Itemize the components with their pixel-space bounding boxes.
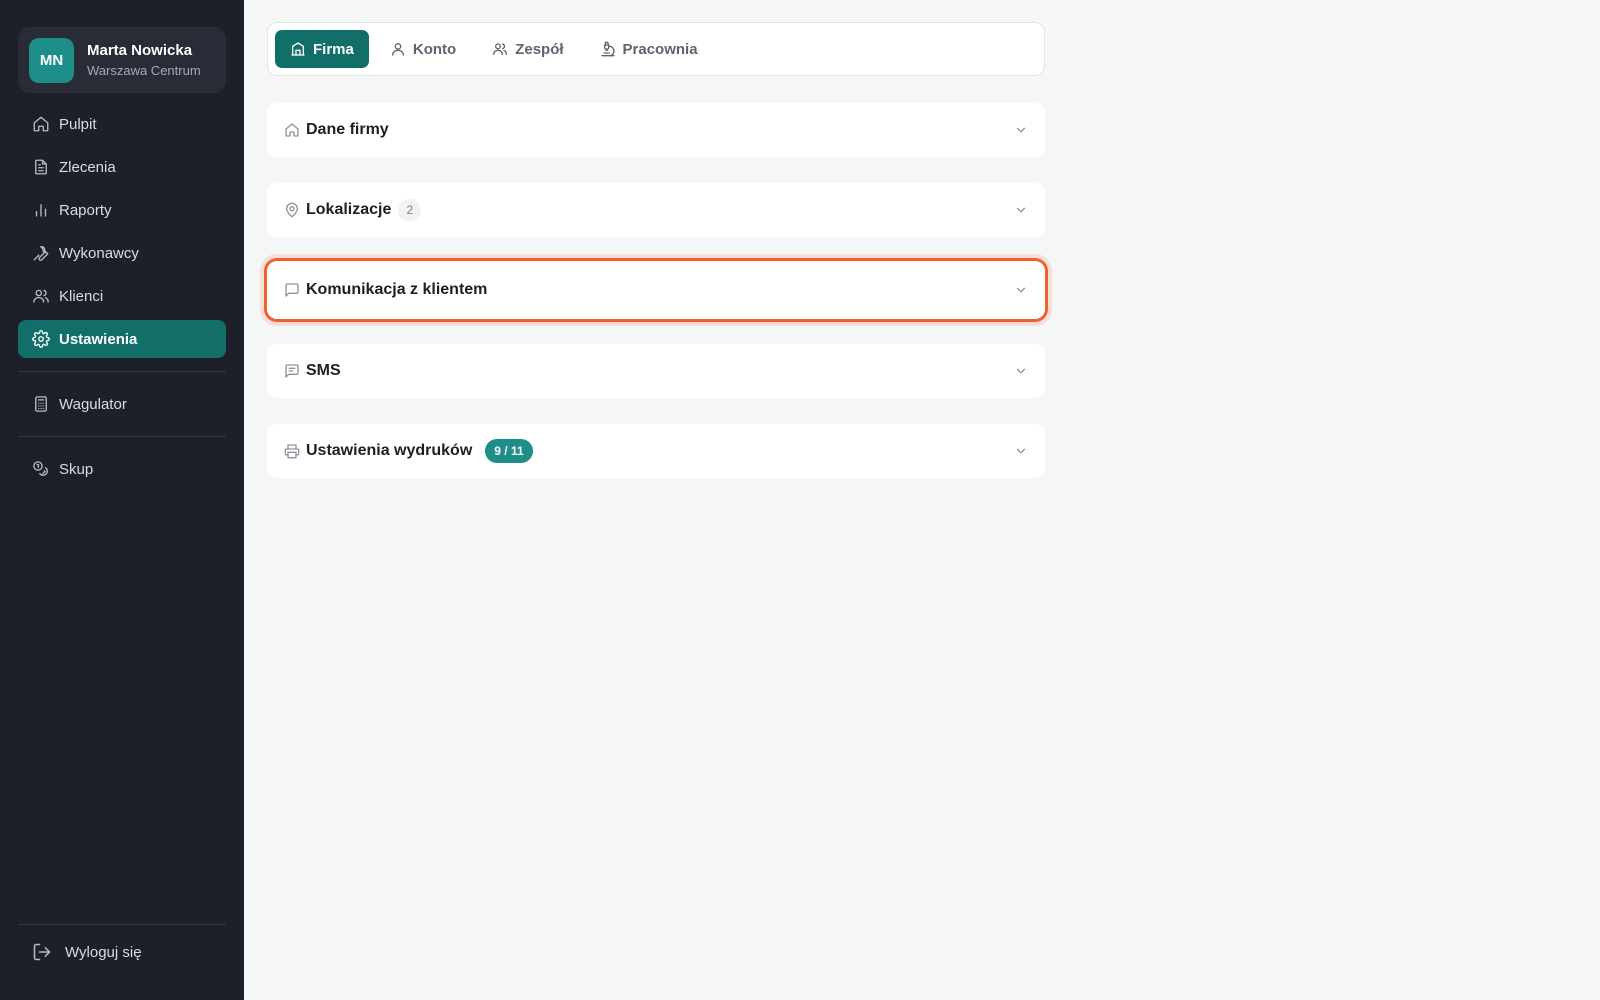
section-title: Komunikacja z klientem: [306, 281, 488, 298]
settings-tabs: Firma Konto Zespół Pracownia: [267, 22, 1045, 76]
logout-label: Wyloguj się: [65, 943, 142, 961]
user-card[interactable]: MN Marta Nowicka Warszawa Centrum: [18, 27, 226, 93]
gear-icon: [32, 330, 50, 348]
sidebar-item-zlecenia[interactable]: Zlecenia: [18, 148, 226, 186]
avatar: MN: [29, 37, 74, 83]
sidebar-item-label: Zlecenia: [59, 158, 116, 176]
section-sms[interactable]: SMS: [267, 344, 1045, 398]
sidebar-item-label: Wagulator: [59, 395, 127, 413]
logout-button[interactable]: Wyloguj się: [18, 937, 226, 967]
user-meta: Marta Nowicka Warszawa Centrum: [87, 41, 201, 80]
home-icon: [285, 123, 299, 137]
user-icon: [391, 43, 404, 56]
sidebar-item-klienci[interactable]: Klienci: [18, 277, 226, 315]
tab-label: Zespół: [515, 40, 564, 58]
section-title: SMS: [306, 362, 341, 379]
log-out-icon: [33, 943, 51, 961]
section-dane-firmy[interactable]: Dane firmy: [267, 103, 1045, 157]
chevron-down-icon: [1016, 448, 1026, 454]
chevron-down-icon: [1016, 127, 1026, 133]
section-komunikacja-z-klientem[interactable]: Komunikacja z klientem: [267, 261, 1045, 319]
sidebar-divider: [18, 436, 226, 437]
users-icon: [493, 43, 508, 55]
coins-icon: [33, 461, 48, 476]
file-icon: [35, 159, 47, 175]
chevron-down-icon: [1016, 207, 1026, 213]
sidebar-item-label: Klienci: [59, 287, 104, 305]
tab-label: Konto: [412, 40, 457, 58]
section-title: Dane firmy: [306, 121, 389, 138]
sidebar-item-pulpit[interactable]: Pulpit: [18, 105, 226, 143]
sidebar-item-label: Ustawienia: [59, 330, 138, 348]
completion-badge: 9 / 11: [485, 439, 533, 463]
section-title: Ustawienia wydruków: [306, 442, 473, 459]
sidebar-item-wagulator[interactable]: Wagulator: [18, 385, 226, 423]
section-lokalizacje[interactable]: Lokalizacje 2: [267, 183, 1045, 237]
home-icon: [33, 116, 49, 132]
message-text-icon: [285, 364, 299, 378]
count-badge: 2: [398, 198, 422, 222]
users-icon: [33, 289, 49, 303]
printer-icon: [284, 444, 300, 459]
building-icon: [291, 42, 305, 56]
sidebar-divider: [18, 371, 226, 372]
microscope-icon: [600, 41, 615, 57]
calculator-icon: [35, 396, 47, 412]
sidebar-item-label: Pulpit: [59, 115, 97, 133]
tab-konto[interactable]: Konto: [375, 30, 471, 68]
settings-main: Firma Konto Zespół Pracownia Dane firmy …: [267, 22, 1045, 478]
tab-pracownia[interactable]: Pracownia: [585, 30, 713, 68]
chevron-down-icon: [1016, 287, 1026, 293]
message-square-icon: [285, 283, 299, 297]
wrench-icon: [33, 245, 49, 261]
sidebar: MN Marta Nowicka Warszawa Centrum Pulpit…: [0, 0, 244, 1000]
user-name: Marta Nowicka: [87, 41, 193, 59]
bar-chart-icon: [35, 204, 47, 217]
sidebar-item-ustawienia[interactable]: Ustawienia: [18, 320, 226, 358]
user-location: Warszawa Centrum: [87, 62, 201, 78]
logout-area: Wyloguj się: [18, 924, 226, 967]
tab-firma[interactable]: Firma: [275, 30, 369, 68]
sidebar-item-label: Skup: [59, 460, 94, 478]
sidebar-item-skup[interactable]: Skup: [18, 450, 226, 488]
sidebar-item-label: Wykonawcy: [59, 244, 139, 262]
section-title: Lokalizacje: [306, 201, 392, 218]
chevron-down-icon: [1016, 368, 1026, 374]
sidebar-item-label: Raporty: [59, 201, 112, 219]
map-pin-icon: [286, 202, 298, 218]
tab-label: Firma: [313, 40, 354, 58]
sidebar-item-wykonawcy[interactable]: Wykonawcy: [18, 234, 226, 272]
tab-zespol[interactable]: Zespół: [477, 30, 578, 68]
tab-label: Pracownia: [622, 40, 698, 58]
sidebar-item-raporty[interactable]: Raporty: [18, 191, 226, 229]
section-ustawienia-wydrukow[interactable]: Ustawienia wydruków 9 / 11: [267, 424, 1045, 478]
sidebar-nav: Pulpit Zlecenia Raporty Wykonawcy Klienc…: [18, 105, 226, 358]
